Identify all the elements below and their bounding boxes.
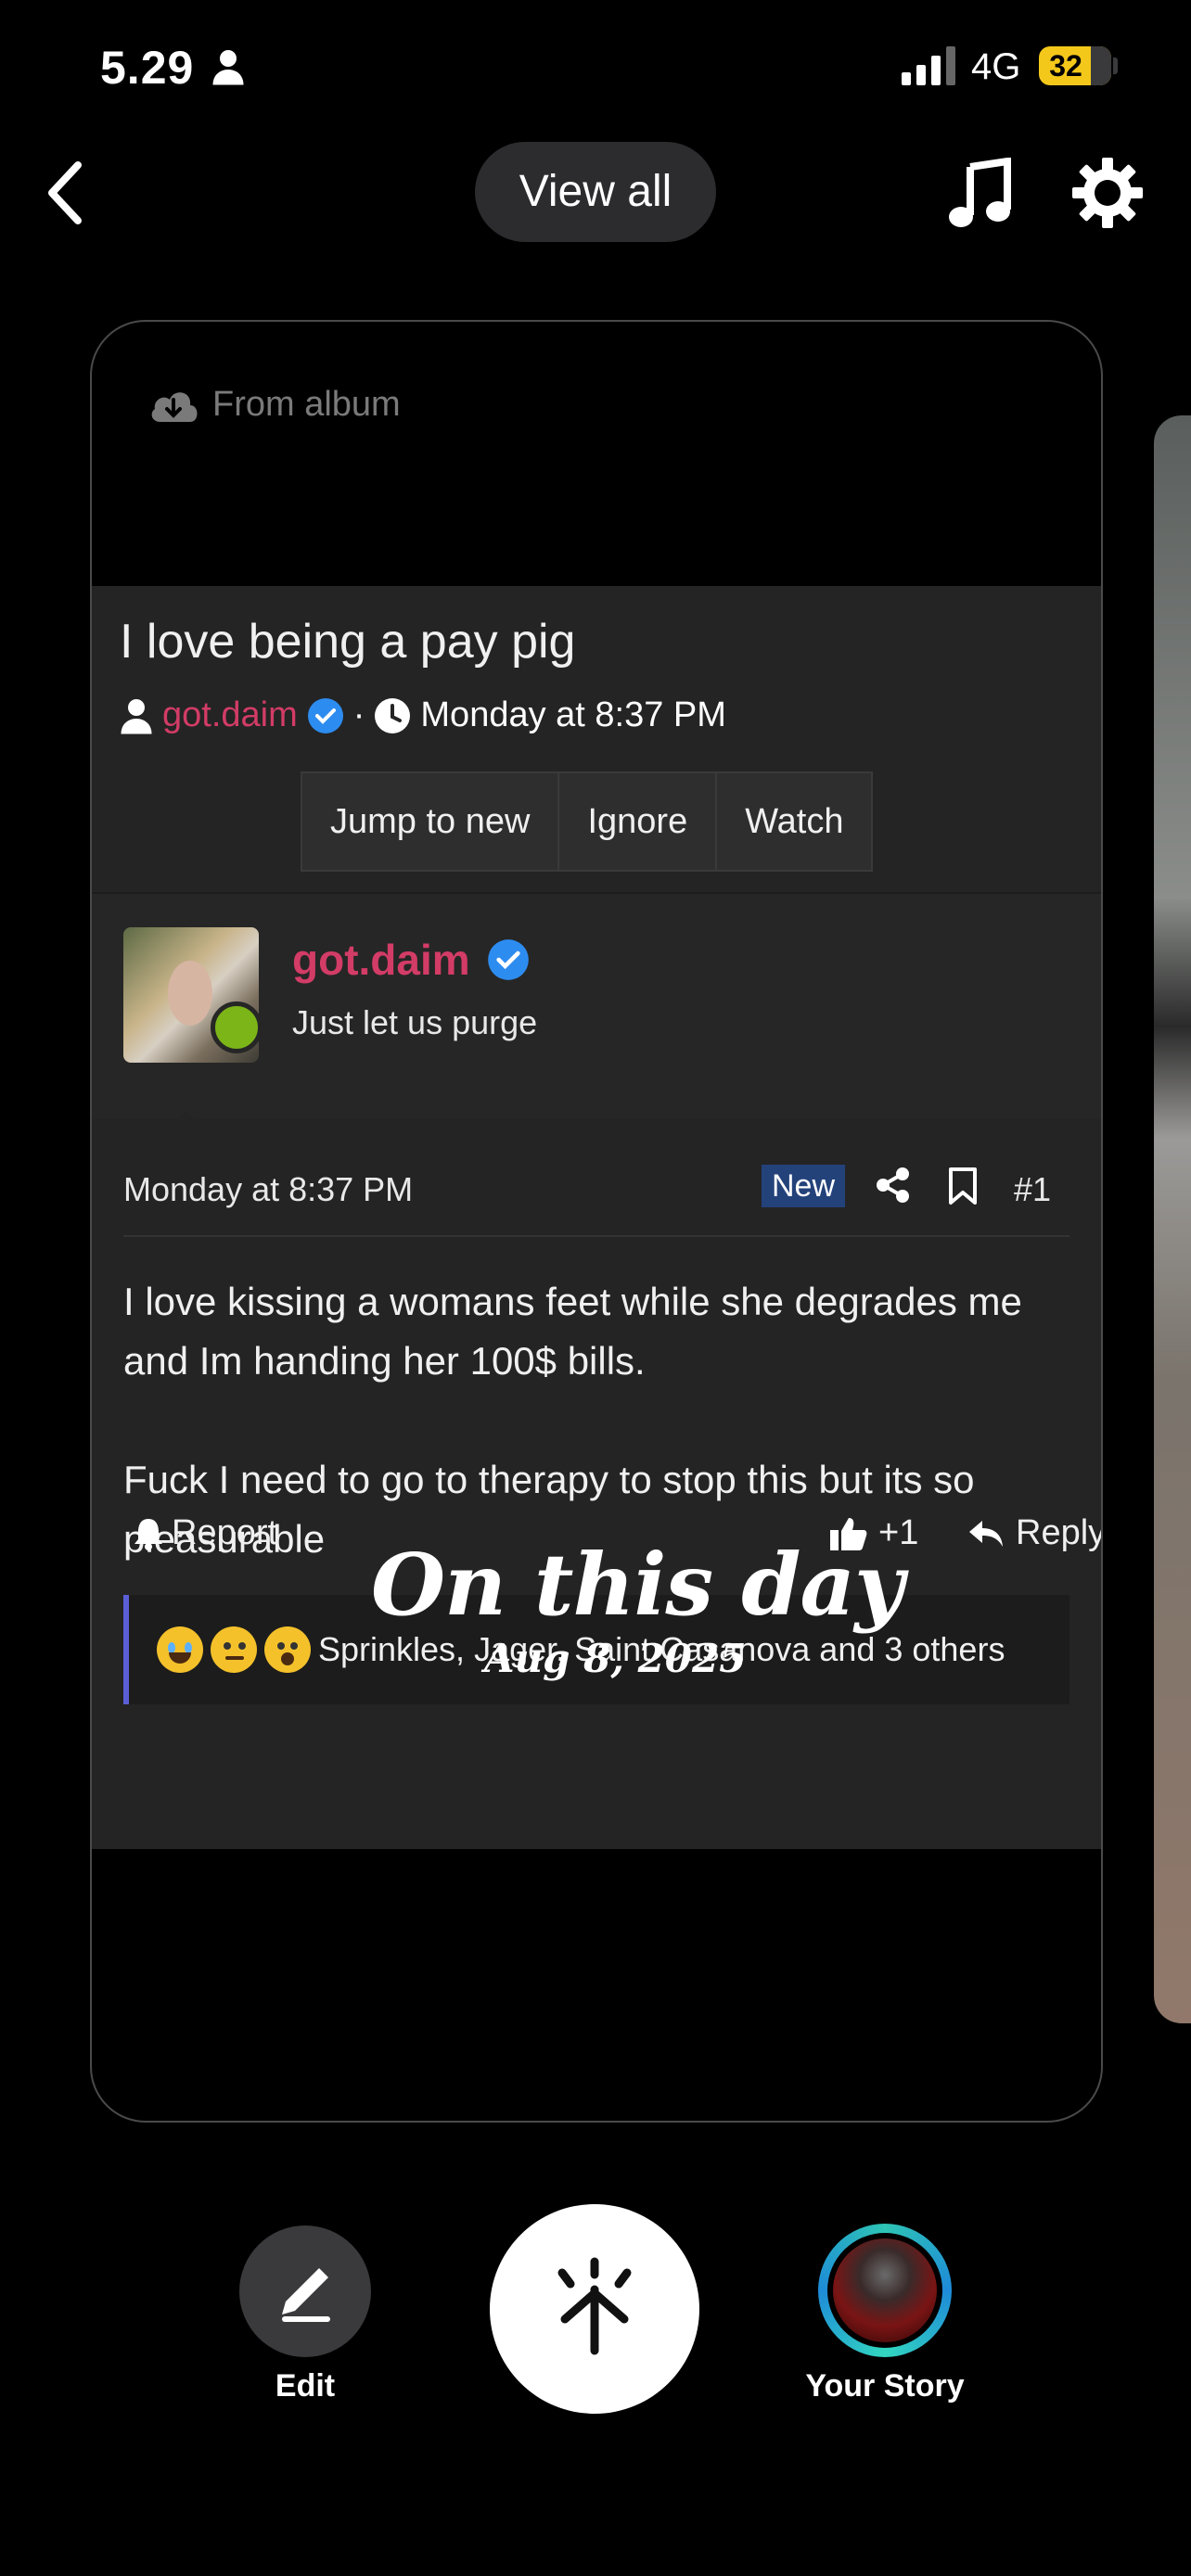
battery-level: 32	[1049, 49, 1082, 83]
memory-card[interactable]: From album I love being a pay pig got.da…	[90, 320, 1103, 2123]
on-this-day-date[interactable]: Aug 8, 2025	[484, 1636, 746, 1681]
post-number[interactable]: #1	[1014, 1170, 1051, 1209]
user-icon	[121, 698, 152, 733]
clock-icon	[375, 697, 411, 733]
cloud-download-icon	[151, 391, 198, 422]
thread-meta: got.daim · Monday at 8:37 PM	[120, 695, 726, 735]
report-label[interactable]: Report	[172, 1513, 277, 1553]
share-to-story-button[interactable]	[490, 2204, 699, 2414]
watch-button[interactable]: Watch	[717, 773, 871, 870]
edit-label[interactable]: Edit	[239, 2368, 371, 2404]
author-tagline: Just let us purge	[292, 1003, 538, 1041]
verified-icon	[307, 697, 343, 733]
network-type: 4G	[971, 46, 1021, 87]
divider	[123, 1235, 1069, 1237]
jump-to-new-button[interactable]: Jump to new	[302, 773, 560, 870]
story-avatar	[833, 2238, 937, 2342]
post-author-name[interactable]: got.daim	[292, 935, 470, 985]
avatar-face	[168, 961, 212, 1026]
report-button[interactable]: Report	[133, 1513, 277, 1553]
album-source-label: From album	[212, 385, 401, 424]
your-story-button[interactable]	[818, 2224, 952, 2357]
post-author-block: got.daim Just let us purge	[92, 894, 1101, 1118]
author-pointer	[157, 1111, 216, 1139]
thread-timestamp: Monday at 8:37 PM	[420, 695, 726, 734]
battery-nub	[1113, 57, 1118, 74]
edit-button[interactable]	[239, 2225, 371, 2357]
pencil-icon	[282, 2268, 330, 2322]
person-icon	[212, 50, 244, 85]
signal-icon	[902, 46, 955, 85]
bookmark-icon[interactable]	[947, 1167, 979, 1205]
on-this-day-title[interactable]: On this day	[371, 1535, 904, 1635]
reply-button[interactable]: Reply	[967, 1513, 1101, 1553]
online-indicator	[211, 1001, 263, 1053]
post-date: Monday at 8:37 PM	[123, 1170, 414, 1208]
story-ring-inner	[827, 2233, 942, 2348]
your-story-label[interactable]: Your Story	[779, 2368, 991, 2404]
next-memory-card[interactable]	[1154, 415, 1191, 2023]
reply-label[interactable]: Reply	[1016, 1513, 1101, 1553]
back-chevron-icon[interactable]	[41, 156, 93, 230]
thread-title: I love being a pay pig	[120, 615, 576, 669]
reply-arrow-icon	[969, 1520, 1003, 1547]
thinking-emoji	[211, 1626, 257, 1673]
album-source: From album	[147, 385, 401, 425]
post-author[interactable]: got.daim	[292, 935, 530, 985]
battery-indicator: 32	[1039, 46, 1111, 85]
ignore-button[interactable]: Ignore	[559, 773, 718, 870]
gear-icon[interactable]	[1070, 156, 1145, 230]
thread-author[interactable]: got.daim	[162, 695, 298, 735]
share-icon[interactable]	[875, 1167, 912, 1204]
new-badge: New	[762, 1165, 845, 1207]
post-paragraph: I love kissing a womans feet while she d…	[123, 1280, 1022, 1383]
surprised-emoji	[264, 1626, 311, 1673]
verified-icon	[487, 939, 529, 980]
music-note-icon[interactable]	[948, 158, 1015, 228]
view-all-button[interactable]: View all	[475, 142, 716, 242]
crying-laughing-emoji	[157, 1626, 203, 1673]
meta-separator: ·	[352, 695, 365, 734]
bell-icon	[134, 1518, 162, 1550]
status-time: 5.29	[100, 42, 195, 94]
thread-actions: Jump to new Ignore Watch	[301, 772, 874, 872]
capture-icon	[557, 2257, 632, 2355]
